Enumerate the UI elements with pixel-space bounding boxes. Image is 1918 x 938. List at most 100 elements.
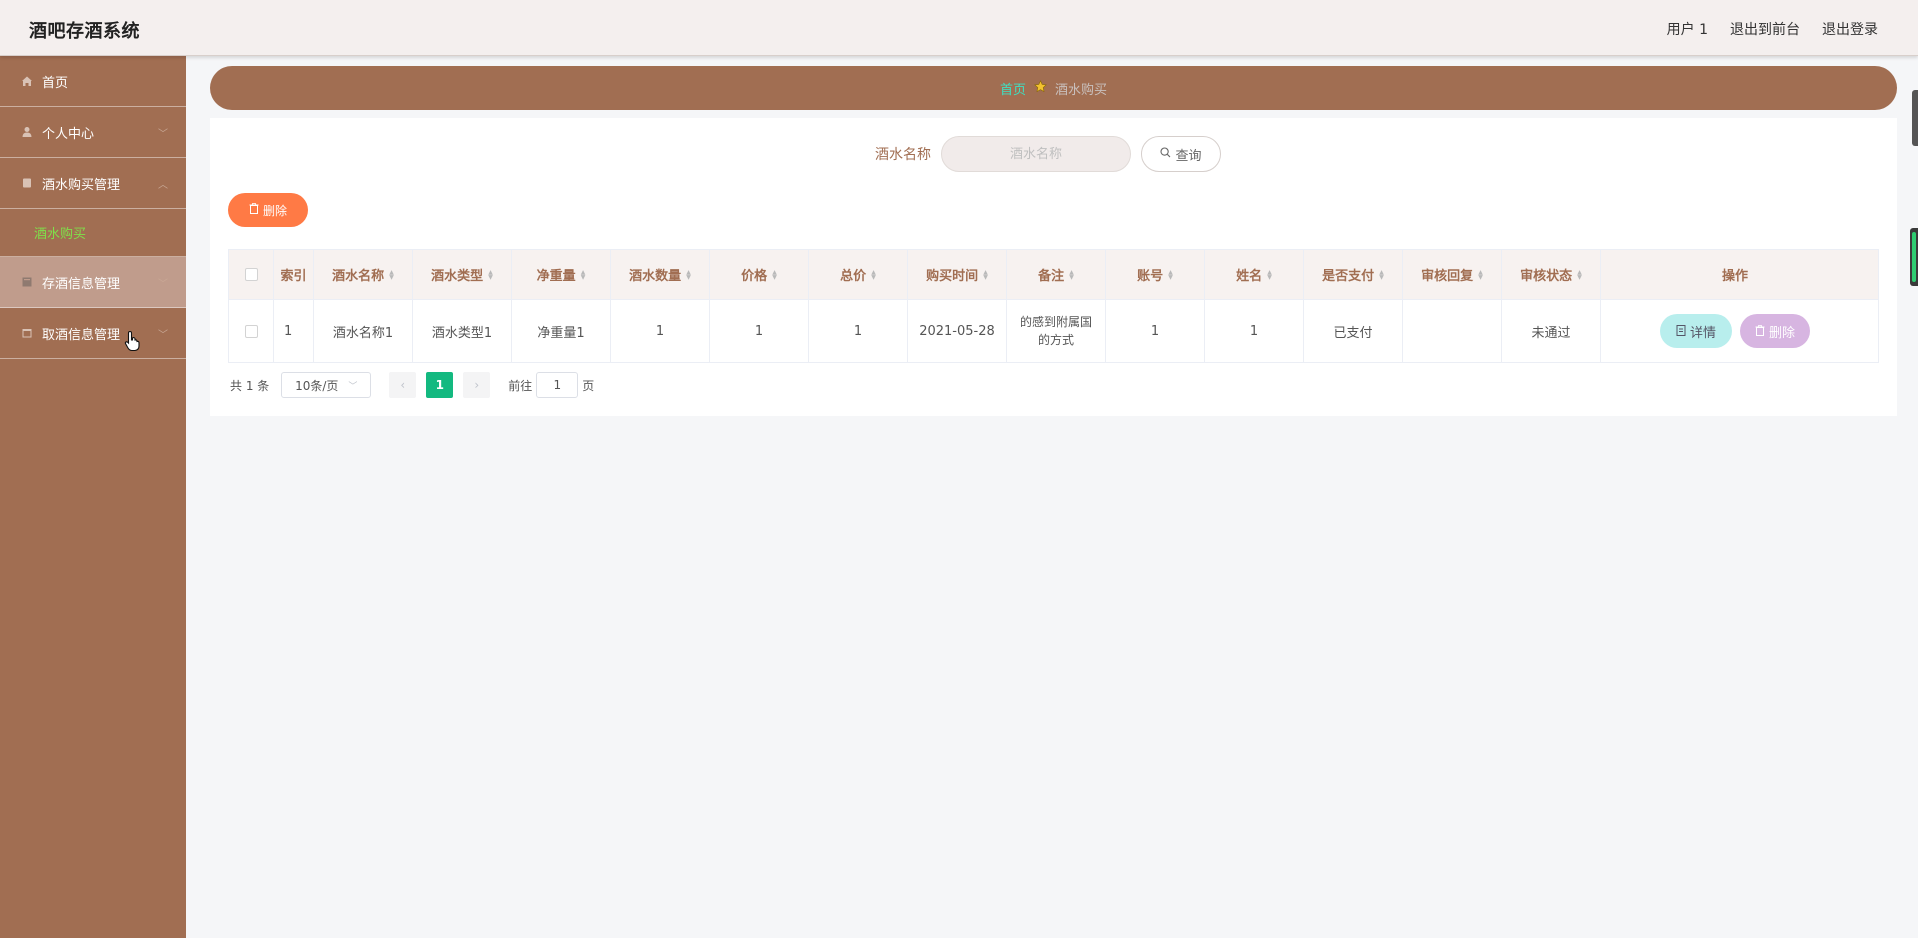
column-header-label: 酒水名称	[332, 269, 385, 284]
breadcrumb: 首页 酒水购买	[210, 66, 1897, 110]
scroll-indicator[interactable]	[1910, 228, 1918, 286]
goto-suffix: 页	[582, 378, 595, 393]
bulk-delete-button[interactable]: 删除	[228, 193, 308, 227]
detail-button-label: 详情	[1689, 324, 1716, 340]
column-header-account[interactable]: 账号 ▲ ▼	[1106, 250, 1205, 299]
column-header-label: 操作	[1721, 269, 1748, 284]
scroll-thumb[interactable]	[1912, 232, 1916, 282]
sort-icon[interactable]: ▲ ▼	[1577, 269, 1582, 280]
cell-note: 的感到附属国的方式	[1007, 300, 1106, 362]
search-button[interactable]: 查询	[1141, 136, 1221, 172]
sort-icon[interactable]: ▲ ▼	[1168, 269, 1173, 280]
table-header-row: 索引 酒水名称 ▲ ▼ 酒水类型 ▲ ▼ 净重量 ▲ ▼ 酒水数量 ▲ ▼ 价格 ▲ ▼ 总价 ▲ ▼ …	[229, 250, 1878, 300]
page-number-button[interactable]: 1	[426, 372, 454, 398]
table-row: 1 酒水名称1 酒水类型1 净重量1 1 1 1 2021-05-28 的感到附…	[229, 300, 1878, 362]
column-header-status[interactable]: 审核状态 ▲ ▼	[1502, 250, 1601, 299]
column-header-label: 净重量	[536, 269, 576, 284]
sort-icon[interactable]: ▲ ▼	[1379, 269, 1384, 280]
sort-icon[interactable]: ▲ ▼	[871, 269, 876, 280]
bulk-delete-label: 删除	[262, 203, 287, 218]
sidebar-subitem-purchase[interactable]: 酒水购买	[0, 209, 186, 257]
app-title: 酒吧存酒系统	[29, 21, 140, 42]
sidebar-item-home[interactable]: 首页	[0, 56, 186, 107]
column-header-time[interactable]: 购买时间 ▲ ▼	[908, 250, 1007, 299]
column-header-type[interactable]: 酒水类型 ▲ ▼	[413, 250, 512, 299]
detail-button[interactable]: 详情	[1660, 314, 1732, 348]
breadcrumb-home-link[interactable]: 首页	[1000, 79, 1026, 98]
sidebar-item-personal-center[interactable]: 个人中心 ﹀	[0, 107, 186, 158]
sort-icon[interactable]: ▲ ▼	[389, 269, 394, 280]
column-header-label: 价格	[741, 269, 768, 284]
column-header-quantity[interactable]: 酒水数量 ▲ ▼	[611, 250, 710, 299]
cell-type: 酒水类型1	[413, 300, 512, 362]
sort-icon[interactable]: ▲ ▼	[1267, 269, 1272, 280]
row-checkbox[interactable]	[244, 324, 258, 338]
sidebar-item-purchase-management[interactable]: 酒水购买管理 ︿	[0, 158, 186, 209]
column-header-index: 索引	[274, 250, 314, 299]
search-button-label: 查询	[1175, 148, 1202, 164]
search-input[interactable]	[941, 136, 1131, 172]
row-delete-button[interactable]: 删除	[1740, 314, 1810, 348]
column-header-reply[interactable]: 审核回复 ▲ ▼	[1403, 250, 1502, 299]
breadcrumb-current: 酒水购买	[1055, 82, 1108, 98]
chevron-down-icon: ﹀	[348, 381, 358, 392]
user-icon	[20, 125, 34, 139]
search-label: 酒水名称	[875, 147, 931, 163]
sort-icon[interactable]: ▲ ▼	[581, 269, 586, 280]
sidebar: 首页 个人中心 ﹀ 酒水购买管理 ︿ 酒水购买 存酒信息管理 ﹀ 取酒信息管理 …	[0, 56, 186, 938]
column-header-price[interactable]: 价格 ▲ ▼	[710, 250, 809, 299]
goto-prefix: 前往	[508, 378, 533, 393]
column-header-label: 索引	[280, 269, 307, 284]
home-icon	[20, 74, 34, 88]
document-icon	[20, 176, 34, 190]
column-header-label: 审核回复	[1421, 269, 1474, 284]
prev-page-button[interactable]: ‹	[389, 372, 417, 398]
star-icon	[1034, 79, 1047, 97]
top-header: 酒吧存酒系统 用户 1 退出到前台 退出登录	[0, 0, 1918, 56]
page-size-value: 10条/页	[295, 378, 339, 393]
column-header-label: 审核状态	[1520, 269, 1573, 284]
back-to-front-link[interactable]: 退出到前台	[1730, 19, 1800, 39]
column-header-label: 总价	[840, 269, 867, 284]
column-header-label: 账号	[1137, 269, 1164, 284]
sort-icon[interactable]: ▲ ▼	[488, 269, 493, 280]
hand-cursor-icon	[124, 330, 142, 357]
chevron-left-icon: ‹	[400, 378, 406, 392]
column-header-label: 姓名	[1236, 269, 1263, 284]
column-header-actions: 操作	[1601, 250, 1869, 299]
search-icon	[1160, 146, 1171, 162]
header-select-all-cell	[229, 250, 274, 299]
page-size-select[interactable]: 10条/页 ﹀	[281, 372, 372, 398]
cell-total: 1	[809, 300, 908, 362]
calendar-icon	[20, 326, 34, 340]
document-icon	[1676, 324, 1686, 339]
column-header-weight[interactable]: 净重量 ▲ ▼	[512, 250, 611, 299]
logout-link[interactable]: 退出登录	[1822, 19, 1878, 39]
sidebar-item-label: 取酒信息管理	[42, 327, 121, 343]
chevron-down-icon: ﹀	[158, 279, 168, 290]
sort-icon[interactable]: ▲ ▼	[686, 269, 691, 280]
column-header-paid[interactable]: 是否支付 ▲ ▼	[1304, 250, 1403, 299]
select-all-checkbox[interactable]	[244, 268, 258, 281]
next-page-button[interactable]: ›	[463, 372, 491, 398]
goto-page-input[interactable]	[536, 372, 579, 398]
trash-icon	[1755, 324, 1765, 339]
cell-account: 1	[1106, 300, 1205, 362]
column-header-label: 购买时间	[926, 269, 979, 284]
sidebar-item-retrieval-management[interactable]: 取酒信息管理 ﹀	[0, 308, 186, 359]
cell-index: 1	[274, 300, 314, 362]
sort-icon[interactable]: ▲ ▼	[772, 269, 777, 280]
sort-icon[interactable]: ▲ ▼	[1478, 269, 1483, 280]
trash-icon	[249, 203, 259, 217]
column-header-name[interactable]: 酒水名称 ▲ ▼	[314, 250, 413, 299]
sidebar-item-storage-management[interactable]: 存酒信息管理 ﹀	[0, 257, 186, 308]
column-header-note[interactable]: 备注 ▲ ▼	[1007, 250, 1106, 299]
column-header-username[interactable]: 姓名 ▲ ▼	[1205, 250, 1304, 299]
cell-actions: 详情 删除	[1601, 300, 1869, 362]
sort-icon[interactable]: ▲ ▼	[983, 269, 988, 280]
cell-name: 酒水名称1	[314, 300, 413, 362]
window-edge-tab	[1912, 90, 1918, 146]
sort-icon[interactable]: ▲ ▼	[1069, 269, 1074, 280]
column-header-total[interactable]: 总价 ▲ ▼	[809, 250, 908, 299]
cell-status: 未通过	[1502, 300, 1601, 362]
